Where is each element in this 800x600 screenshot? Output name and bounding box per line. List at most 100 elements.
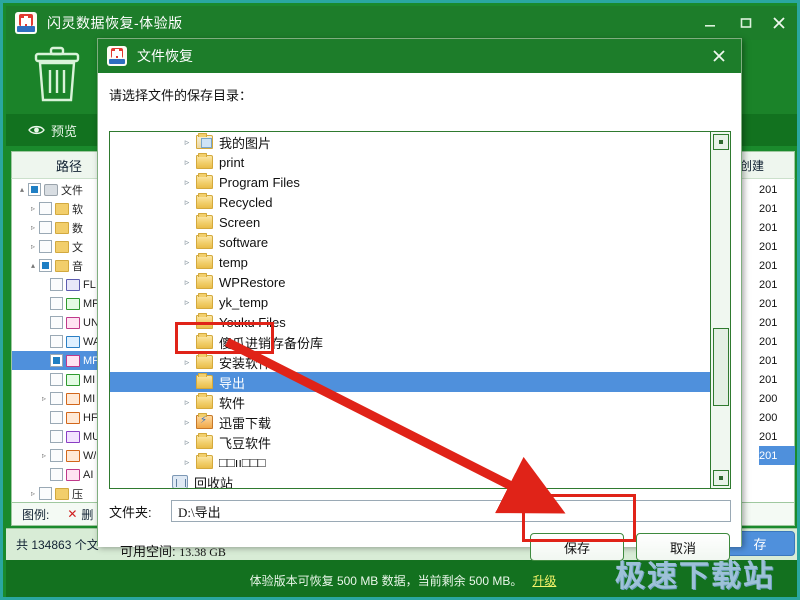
folder-label: 文件夹: [109,504,152,520]
minimize-icon[interactable] [692,6,728,40]
folder-icon [196,173,213,189]
expand-arrow-icon[interactable]: ▹ [27,204,39,213]
c6-icon [66,392,80,405]
directory-tree-box[interactable]: ▹我的图片▹print▹Program Files▹Recycled▹Scree… [109,131,731,489]
cancel-button[interactable]: 取消 [636,533,730,561]
bg-tree-label: MI [83,392,96,405]
bg-date-cell: 201 [759,183,778,196]
tree-item-我的图片[interactable]: ▹ 我的图片 [110,132,710,152]
c1-icon [66,278,80,291]
scroll-down-icon[interactable] [713,470,729,486]
expand-arrow-icon[interactable]: ▴ [27,261,39,270]
column-header-created[interactable]: 创建 [734,152,794,178]
expand-arrow-icon[interactable]: ▹ [178,297,196,308]
row-checkbox[interactable] [50,335,63,348]
expand-arrow-icon[interactable]: ▹ [178,397,196,408]
tree-item-Recycled[interactable]: ▹ Recycled [110,192,710,212]
available-space-title: 可用空间: [120,544,176,559]
bg-tree-label: 文件 [61,184,83,197]
tree-item-Youku Files[interactable]: ▹Youku Files [110,312,710,332]
row-checkbox[interactable] [28,183,41,196]
tree-item-label: 飞豆软件 [219,435,272,451]
tree-item-temp[interactable]: ▹ temp [110,252,710,272]
expand-arrow-icon[interactable]: ▹ [178,417,196,428]
bg-date-cell: 201 [759,297,778,310]
save-button[interactable]: 保存 [530,533,624,561]
dialog-close-icon[interactable] [697,39,741,73]
folder-icon [196,193,213,209]
bg-date-cell: 201 [759,259,778,272]
tree-item-安装软件[interactable]: ▹ 安装软件 [110,352,710,372]
expand-arrow-icon[interactable]: ▹ [178,197,196,208]
tree-item-label: 傻瓜进销存备份库 [219,335,324,351]
expand-arrow-icon[interactable]: ▹ [178,437,196,448]
tree-item-label: software [219,234,269,250]
row-checkbox[interactable] [50,373,63,386]
expand-arrow-icon[interactable]: ▹ [178,137,196,148]
expand-arrow-icon[interactable]: ▹ [178,357,196,368]
scroll-thumb[interactable] [713,328,729,406]
maximize-icon[interactable] [728,6,764,40]
folder-icon [196,393,213,409]
expand-arrow-icon[interactable]: ▹ [27,242,39,251]
app-title: 闪灵数据恢复-体验版 [47,15,183,31]
tree-item-回收站[interactable]: ▹回收站 [110,472,710,488]
expand-arrow-icon[interactable]: ▹ [38,451,50,460]
dialog-logo-icon [107,46,127,66]
expand-arrow-icon[interactable]: ▴ [16,185,28,194]
row-checkbox[interactable] [39,487,52,500]
tree-item-Program Files[interactable]: ▹ Program Files [110,172,710,192]
row-checkbox[interactable] [50,297,63,310]
tree-item-Screen[interactable]: ▹Screen [110,212,710,232]
folder-icon [196,313,213,329]
expand-arrow-icon[interactable]: ▹ [178,457,196,468]
expand-arrow-icon[interactable]: ▹ [27,223,39,232]
row-checkbox[interactable] [50,316,63,329]
row-checkbox[interactable] [50,411,63,424]
bg-tree-label: FL [83,278,96,291]
expand-arrow-icon[interactable]: ▹ [178,157,196,168]
expand-arrow-icon[interactable]: ▹ [178,237,196,248]
tree-item-迅雷下载[interactable]: ▹ 迅雷下载 [110,412,710,432]
row-checkbox[interactable] [50,468,63,481]
tree-item-WPRestore[interactable]: ▹ WPRestore [110,272,710,292]
drive-icon [44,183,58,196]
tree-item-software[interactable]: ▹ software [110,232,710,252]
tree-item-傻瓜进销存备份库[interactable]: ▹傻瓜进销存备份库 [110,332,710,352]
window-controls [692,6,797,40]
expand-arrow-icon[interactable]: ▹ [178,257,196,268]
tree-item-飞豆软件[interactable]: ▹ 飞豆软件 [110,432,710,452]
bg-tree-label: 软 [72,203,83,216]
tree-item-label: yk_temp [219,294,269,310]
row-checkbox[interactable] [50,278,63,291]
tree-item-□□ıı□□□[interactable]: ▹ □□ıı□□□ [110,452,710,472]
row-checkbox[interactable] [50,392,63,405]
row-checkbox[interactable] [50,354,63,367]
expand-arrow-icon[interactable]: ▹ [27,489,39,498]
row-checkbox[interactable] [39,259,52,272]
trash-can-icon[interactable] [24,44,90,106]
row-checkbox[interactable] [39,202,52,215]
expand-arrow-icon[interactable]: ▹ [38,394,50,403]
tree-item-label: Screen [219,214,261,230]
tree-item-yk_temp[interactable]: ▹ yk_temp [110,292,710,312]
bg-date-cell: 200 [759,392,778,405]
row-checkbox[interactable] [50,430,63,443]
upgrade-link[interactable]: 升级 [532,572,556,589]
tree-scrollbar[interactable] [710,132,730,488]
directory-tree-list[interactable]: ▹我的图片▹print▹Program Files▹Recycled▹Scree… [110,132,710,488]
tree-item-软件[interactable]: ▹ 软件 [110,392,710,412]
expand-arrow-icon[interactable]: ▹ [178,277,196,288]
tree-item-label: 导出 [219,375,246,391]
scroll-up-icon[interactable] [713,134,729,150]
row-checkbox[interactable] [39,240,52,253]
close-icon[interactable] [764,6,797,40]
tree-item-print[interactable]: ▹ print [110,152,710,172]
folder-path-input[interactable]: D:\导出 [171,500,731,522]
folder-icon [196,453,213,469]
row-checkbox[interactable] [50,449,63,462]
folder-pictures-icon [196,133,213,149]
tree-item-导出[interactable]: ▹导出 [110,372,710,392]
row-checkbox[interactable] [39,221,52,234]
expand-arrow-icon[interactable]: ▹ [178,177,196,188]
